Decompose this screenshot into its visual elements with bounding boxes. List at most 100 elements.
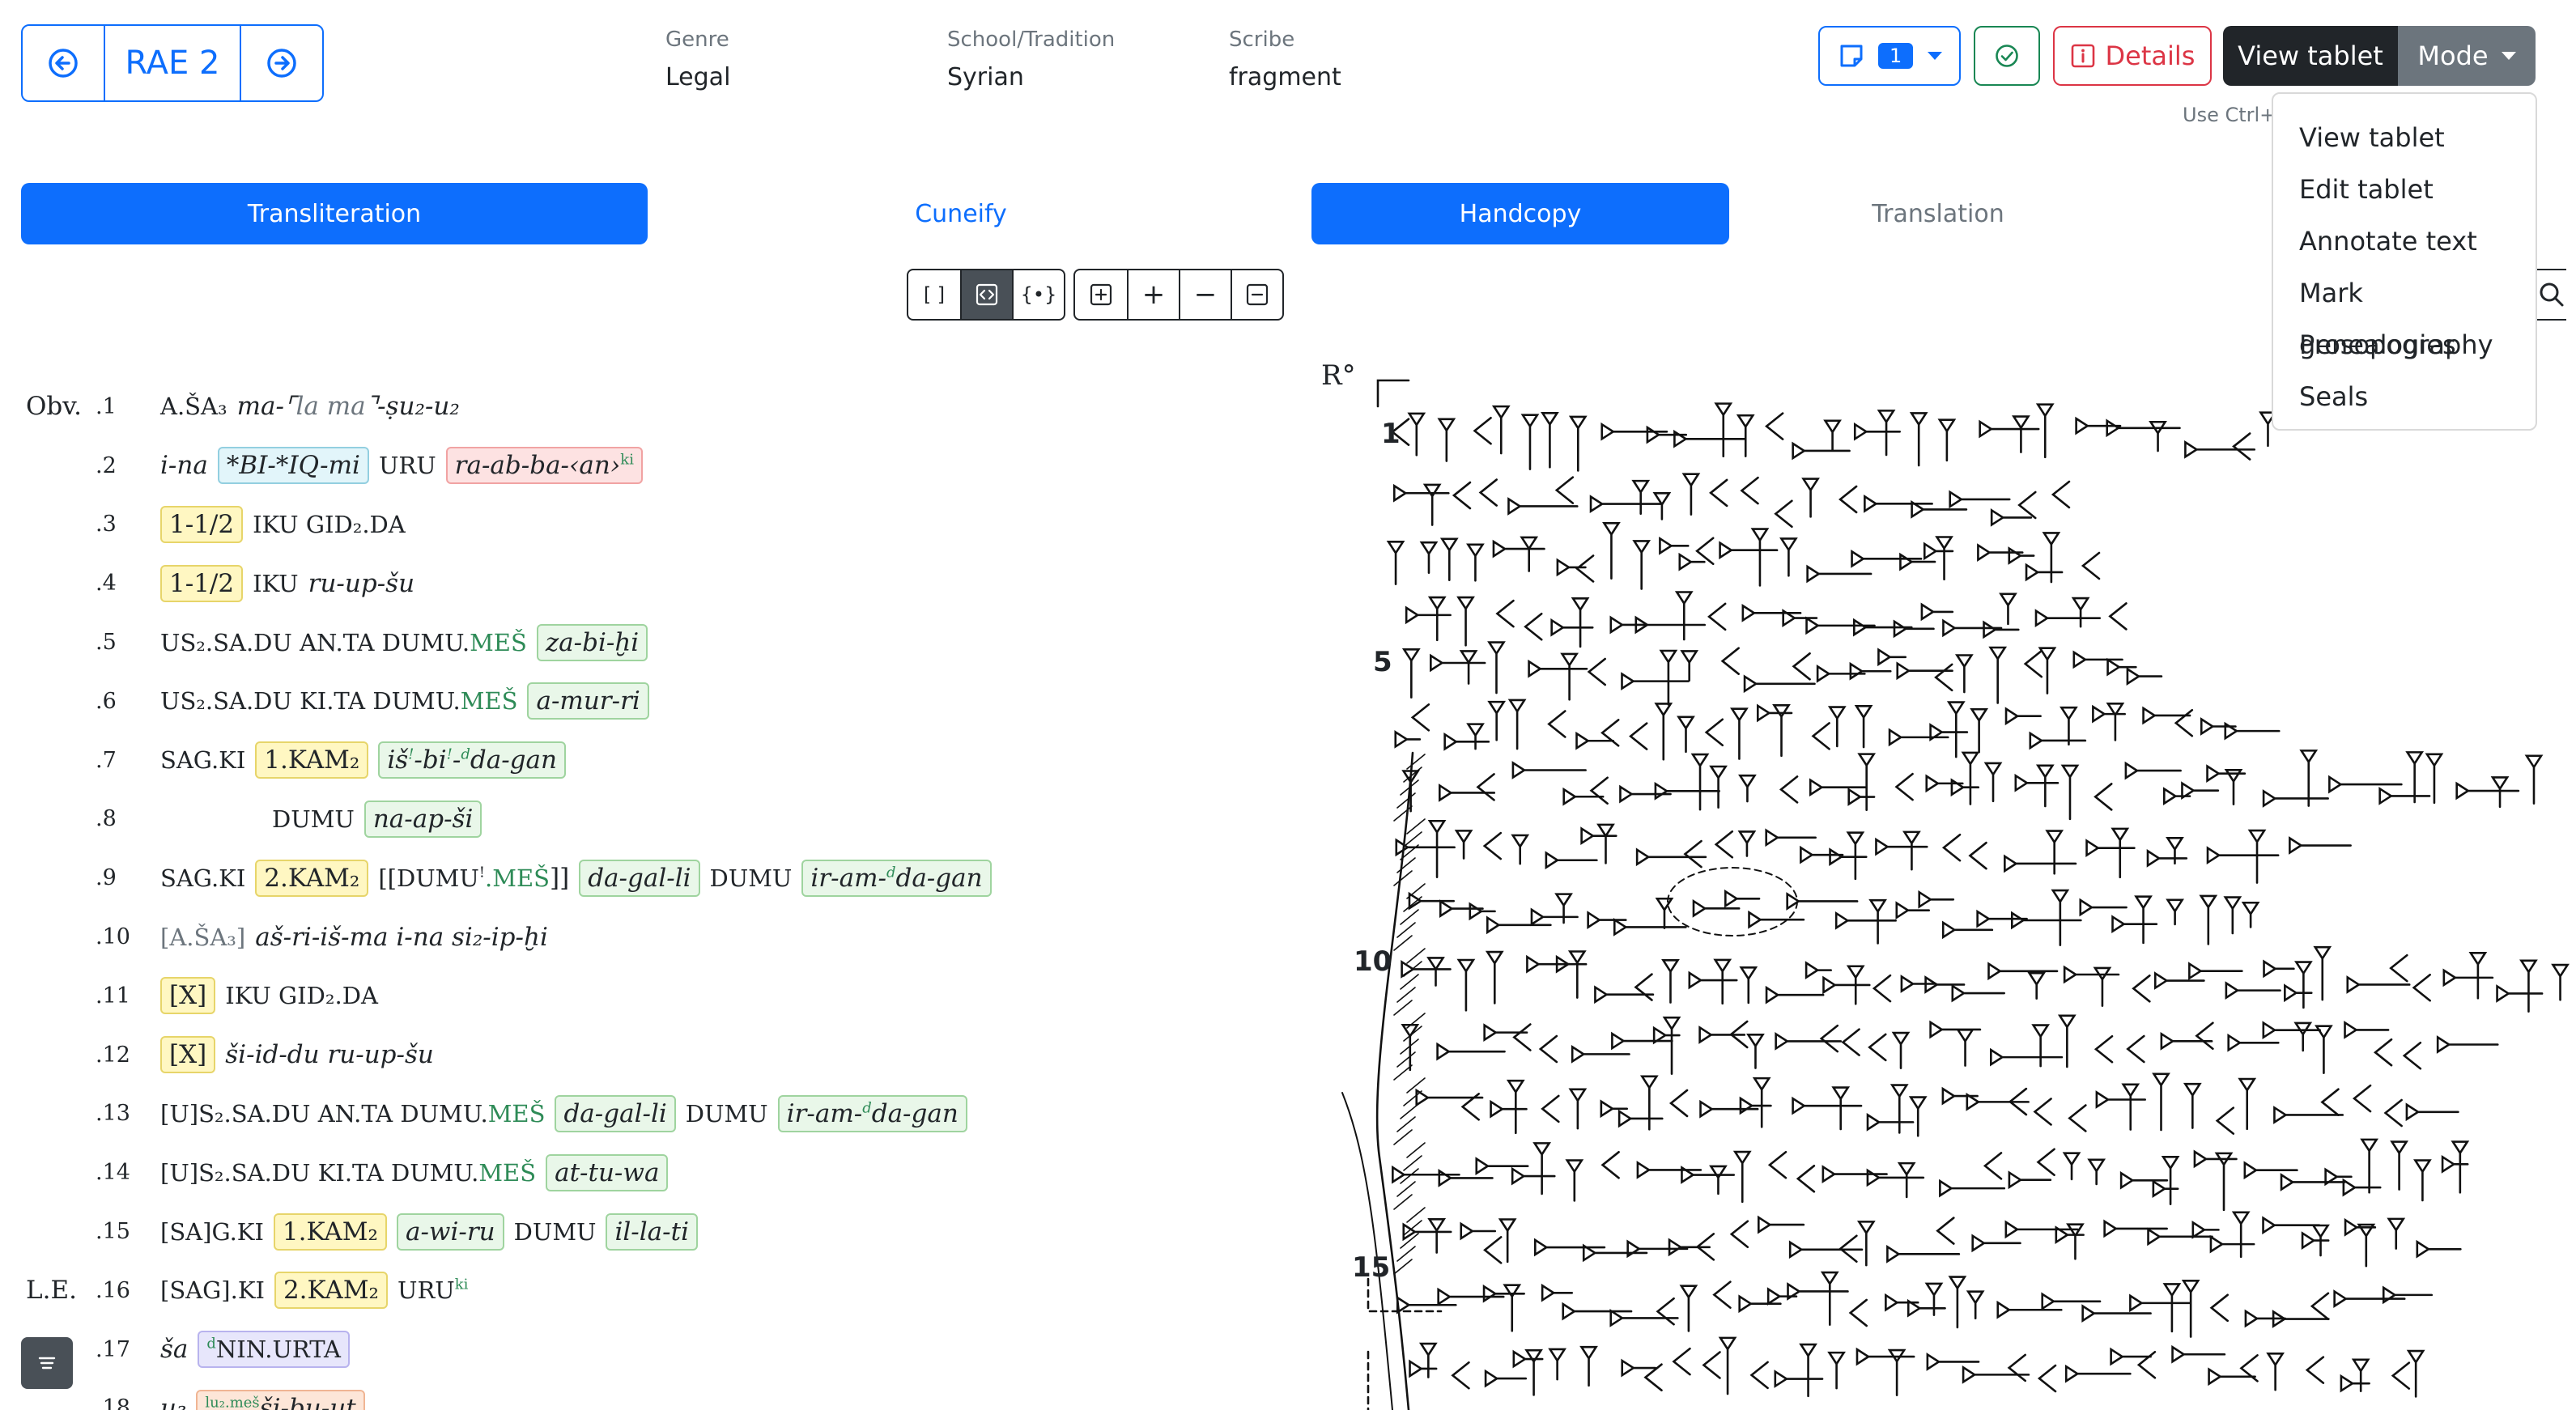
annotated-name[interactable]: a-mur-ri [527,682,649,720]
wedge-stroke [2524,754,2544,805]
wedge-stroke [1897,1162,1916,1199]
annotated-number[interactable]: [X] [160,1036,216,1074]
collapse-all-button[interactable] [1231,270,1282,319]
wedge-stroke [1851,549,1923,568]
logogram: DUMU [685,1099,768,1128]
tab-handcopy[interactable]: Handcopy [1311,183,1729,244]
zoom-in-button[interactable]: + [1127,270,1179,319]
wedge-stroke [1792,441,1851,461]
logogram: URU [397,1276,455,1305]
wedge-stroke [1571,597,1590,648]
wedge-stroke [2315,1025,2333,1074]
menu-item-mark-genealogies[interactable]: Mark genealogies [2273,267,2536,360]
annotated-number[interactable]: [X] [160,977,216,1015]
mode-dropdown-button[interactable]: Mode [2398,26,2536,86]
wedge-stroke [2152,1072,2170,1132]
annotated-number[interactable]: 1.KAM₂ [255,741,369,779]
wedge-stroke [2373,1038,2393,1067]
word[interactable]: ša [160,1335,188,1364]
verify-button[interactable] [1974,26,2040,86]
annotated-word[interactable]: *BI-*IQ-mi [217,447,369,485]
wedge-stroke [2416,1239,2462,1259]
annotated-name[interactable]: at-tu-wa [546,1153,669,1191]
wedge-stroke [1587,657,1606,686]
wedge-stroke [2390,1140,2408,1191]
details-button[interactable]: Details [2053,26,2212,86]
word[interactable]: ma-⌜la ma⌝-ṣu₂-u₂ [237,392,460,421]
wedge-stroke [1718,1336,1737,1395]
brackets-toggle-button[interactable]: [ ] [908,270,960,319]
annotated-name[interactable]: na-ap-ši [363,800,482,838]
word[interactable]: ru-up-šu [308,569,414,598]
annotated-name[interactable]: da-gal-li [555,1094,676,1132]
text-line: .7 SAG.KI 1.KAM₂ iš!-bi!-dda-gan [24,731,1271,790]
plus-square-icon [1090,283,1112,306]
menu-item-annotate-text[interactable]: Annotate text [2273,215,2536,267]
word[interactable]: i-na [160,451,208,480]
wedge-stroke [1941,1086,1979,1106]
tablet-label[interactable]: RAE 2 [104,26,241,100]
annotated-place[interactable]: ra-ab-ba-‹an›ki [445,447,643,485]
annotated-name[interactable]: il-la-ti [606,1213,699,1251]
tab-translation[interactable]: Translation [1729,183,2147,244]
logogram: DUMU [272,805,355,833]
wedge-stroke [1466,723,1485,750]
wedge-stroke [1822,975,1871,995]
annotated-name[interactable]: a-wi-ru [396,1213,504,1251]
menu-item-edit-tablet[interactable]: Edit tablet [2273,164,2536,215]
wedge-stroke [1407,412,1426,457]
menu-item-view-tablet[interactable]: View tablet [2273,112,2536,164]
menu-item-seals[interactable]: Seals [2273,371,2536,423]
determinative: ki [620,451,634,469]
wedge-stroke [1709,478,1728,508]
wedge-stroke [1506,1079,1525,1135]
tab-transliteration[interactable]: Transliteration [21,183,648,244]
annotated-number[interactable]: 2.KAM₂ [274,1272,388,1310]
annotated-name[interactable]: da-gal-li [579,859,700,897]
annotated-number[interactable]: 1.KAM₂ [273,1213,387,1251]
wedge-stroke [1935,536,1953,581]
line-number: .3 [96,512,117,537]
annotated-name[interactable]: za-bi-ḫi [536,623,648,661]
notes-dropdown-button[interactable]: 1 [1818,26,1961,86]
annotated-name[interactable]: ir-am-dda-gan [801,859,992,897]
determinative: MEŠ [470,628,527,656]
wedge-stroke [1560,652,1579,701]
annotated-name[interactable]: ir-am-dda-gan [777,1094,967,1132]
text-line: .11 [X] IKU GID₂.DA [24,966,1271,1026]
wedge-stroke [1473,416,1492,445]
outline-toggle-button[interactable] [21,1337,73,1389]
menu-item-prosopography[interactable]: Prosopography [2273,319,2536,371]
logogram: DUMU [513,1217,597,1246]
annotated-name[interactable]: iš!-bi!-dda-gan [378,741,566,779]
tab-cuneify[interactable]: Cuneify [648,183,1274,244]
wedge-stroke [2106,703,2125,741]
logogram: NIN.URTA [215,1336,341,1364]
wedge-stroke [1396,1295,1457,1314]
annotated-number[interactable]: 1-1/2 [160,505,244,543]
wedge-stroke [1476,773,1495,801]
wedge-stroke [2129,1293,2191,1313]
zoom-out-button[interactable]: − [1179,270,1231,319]
wedge-stroke [1996,1300,2063,1319]
word[interactable]: ši-id-du ru-up-šu [225,1040,434,1069]
wedge-stroke [2004,707,2042,726]
wedge-stroke [1894,772,1914,801]
annotated-witness[interactable]: lu₂.mešši-bu-ut [196,1389,365,1410]
wedge-stroke [1661,959,1680,1004]
code-toggle-button[interactable] [960,270,1012,319]
previous-tablet-button[interactable] [23,26,104,100]
view-tablet-button[interactable]: View tablet [2223,26,2398,86]
word[interactable]: u₃ [160,1394,186,1410]
next-tablet-button[interactable] [241,26,322,100]
wedge-stroke [2405,751,2425,804]
wedge-stroke [1538,1034,1558,1064]
braces-toggle-button[interactable]: {•} [1012,270,1064,319]
wedge-stroke [1720,647,1740,675]
expand-all-button[interactable] [1075,270,1127,319]
word[interactable]: aš-ri-iš-ma i-na si₂-ip-ḫi [255,923,548,952]
annotated-number[interactable]: 2.KAM₂ [255,859,369,897]
wedge-stroke [2071,597,2090,628]
annotated-deity[interactable]: dNIN.URTA [198,1331,350,1369]
annotated-number[interactable]: 1-1/2 [160,564,244,602]
